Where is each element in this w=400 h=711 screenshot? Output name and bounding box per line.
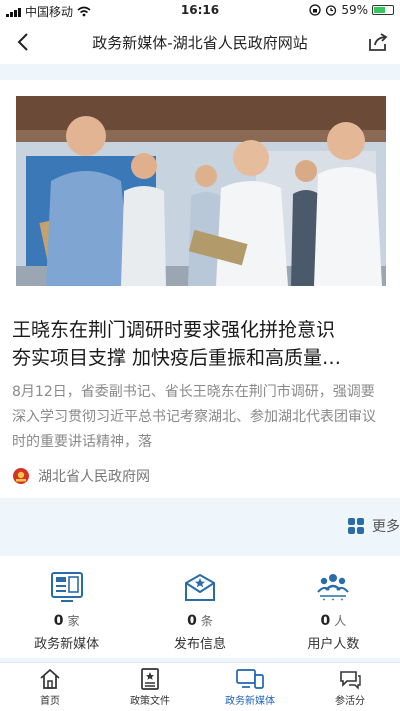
tab-interaction-label: 参活分 — [335, 696, 365, 707]
rotation-lock-icon — [309, 4, 321, 16]
tab-interaction[interactable]: 参活分 — [300, 663, 400, 711]
stat-posts-label: 发布信息 — [173, 637, 226, 652]
home-icon — [39, 668, 61, 690]
tab-home[interactable]: 首页 — [0, 663, 100, 711]
status-right: 59% — [309, 3, 394, 17]
news-source: 湖北省人民政府网 — [12, 466, 150, 486]
share-icon — [369, 33, 388, 51]
users-group-icon — [314, 568, 352, 606]
news-card[interactable]: 王晓东在荆门调研时要求强化拼抢意识 夯实项目支撑 加快疫后重振和高质量… 8月1… — [0, 80, 400, 498]
stat-posts[interactable]: 0条 发布信息 — [133, 556, 266, 658]
grid-icon — [348, 518, 364, 534]
media-screen-icon — [48, 568, 86, 606]
envelope-star-icon — [181, 568, 219, 606]
status-bar: 中国移动 16:16 59% — [0, 0, 400, 20]
headline-line-2: 夯实项目支撑 加快疫后重振和高质量… — [12, 347, 342, 369]
navigation-bar: 政务新媒体-湖北省人民政府网站 — [0, 20, 400, 64]
stats-panel: 0家 政务新媒体 0条 发布信息 0人 用户人数 — [0, 556, 400, 658]
more-button[interactable]: 更多 — [348, 515, 400, 537]
stat-media-unit: 家 — [67, 614, 80, 628]
tab-bar: 首页 政策文件 政务新媒体 参活分 — [0, 662, 400, 711]
chevron-left-icon — [17, 33, 28, 51]
tab-new-media[interactable]: 政务新媒体 — [200, 663, 300, 711]
page-title: 政务新媒体-湖北省人民政府网站 — [92, 34, 308, 52]
stat-users-unit: 人 — [334, 614, 347, 628]
headline-line-1: 王晓东在荆门调研时要求强化拼抢意识 — [12, 319, 336, 341]
battery-icon — [372, 5, 394, 15]
more-label: 更多 — [372, 519, 400, 535]
interaction-icon — [338, 668, 362, 690]
tab-policy-label: 政策文件 — [130, 696, 170, 707]
devices-icon — [235, 668, 265, 690]
news-photo[interactable] — [16, 96, 386, 286]
stat-users-label: 用户人数 — [307, 637, 360, 652]
alarm-icon — [326, 5, 337, 16]
stat-media-value: 0 — [53, 613, 64, 629]
share-button[interactable] — [364, 28, 392, 56]
news-headline[interactable]: 王晓东在荆门调研时要求强化拼抢意识 夯实项目支撑 加快疫后重振和高质量… — [12, 316, 386, 372]
back-button[interactable] — [8, 26, 38, 58]
news-summary: 8月12日，省委副书记、省长王晓东在荆门市调研，强调要深入学习贯彻习近平总书记考… — [12, 384, 376, 450]
stat-media[interactable]: 0家 政务新媒体 — [0, 556, 133, 658]
tab-home-label: 首页 — [40, 696, 60, 707]
stat-users-value: 0 — [320, 613, 331, 629]
news-photo-illustration — [16, 96, 386, 286]
stat-posts-value: 0 — [187, 613, 197, 629]
stat-users[interactable]: 0人 用户人数 — [267, 556, 400, 658]
stat-posts-unit: 条 — [200, 614, 213, 628]
tab-new-media-label: 政务新媒体 — [225, 696, 275, 707]
battery-percent: 59% — [341, 3, 368, 17]
source-name: 湖北省人民政府网 — [38, 469, 150, 485]
document-star-icon — [140, 668, 160, 690]
tab-policy[interactable]: 政策文件 — [100, 663, 200, 711]
national-emblem-icon — [13, 468, 29, 484]
stat-media-label: 政务新媒体 — [34, 637, 100, 652]
